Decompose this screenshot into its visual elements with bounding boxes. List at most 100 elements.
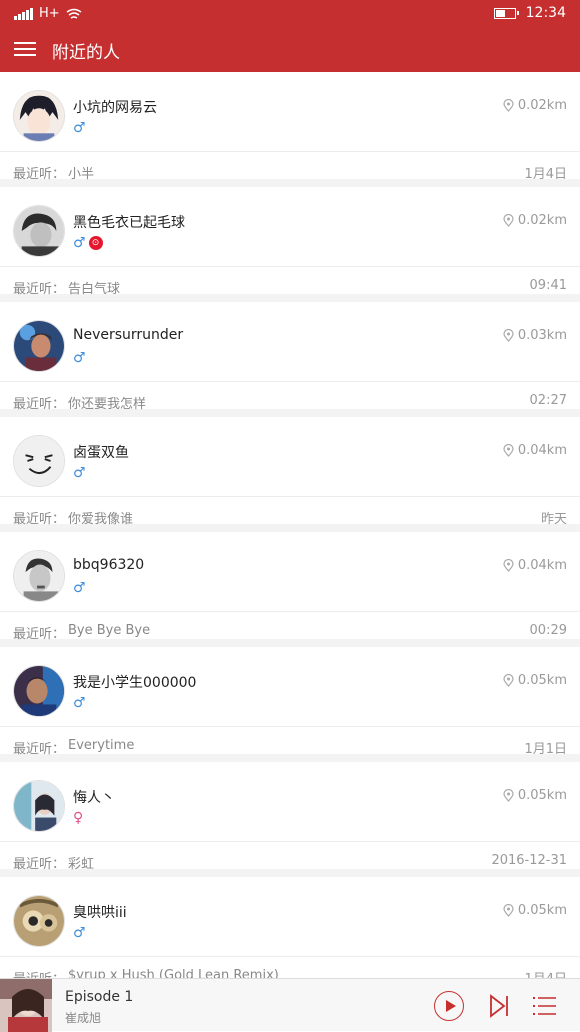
user-name: 悔人丶 (73, 790, 115, 806)
recent-row[interactable]: 最近听： Everytime 1月1日 (0, 727, 580, 762)
gender-male-icon: ♂ (73, 235, 86, 251)
list-item[interactable]: 小坑的网易云 ♂ 0.02km 最近听： 小半 1月4日 (0, 72, 580, 182)
recent-time: 00:29 (529, 623, 567, 638)
user-row[interactable]: 卤蛋双鱼 ♂ 0.04km (0, 417, 580, 497)
list-item[interactable]: 黑色毛衣已起毛球 ♂ ⊙ 0.02km 最近听： 告白气球 09:41 (0, 187, 580, 297)
user-row[interactable]: 小坑的网易云 ♂ 0.02km (0, 72, 580, 152)
user-row[interactable]: 臭哄哄iii ♂ 0.05km (0, 877, 580, 957)
location-pin-icon (503, 99, 514, 112)
track-artist: 崔成旭 (65, 1011, 102, 1025)
recent-song: 彩虹 (68, 857, 95, 872)
distance-value: 0.03km (517, 328, 567, 343)
avatar[interactable] (13, 435, 65, 487)
avatar[interactable] (13, 780, 65, 832)
list-item[interactable]: 臭哄哄iii ♂ 0.05km 最近听： $vrup x Hush (Gold … (0, 877, 580, 978)
user-row[interactable]: 黑色毛衣已起毛球 ♂ ⊙ 0.02km (0, 187, 580, 267)
list-item[interactable]: Neversurrunder ♂ 0.03km 最近听： 你还要我怎样 02:2… (0, 302, 580, 412)
recent-label: 最近听： (13, 968, 65, 978)
location-pin-icon (503, 904, 514, 917)
distance: 0.05km (503, 788, 567, 803)
recent-label: 最近听： (13, 397, 66, 412)
recent-time: 1月1日 (524, 742, 567, 757)
distance-value: 0.05km (517, 788, 567, 803)
distance: 0.05km (503, 673, 567, 688)
recent-label: 最近听： (13, 167, 66, 182)
gender-male-icon: ♂ (73, 120, 86, 136)
avatar[interactable] (13, 665, 65, 717)
location-pin-icon (503, 789, 514, 802)
recent-row[interactable]: 最近听： 告白气球 09:41 (0, 267, 580, 302)
distance: 0.04km (503, 558, 567, 573)
distance: 0.04km (503, 443, 567, 458)
album-art[interactable] (0, 979, 52, 1032)
distance-value: 0.02km (517, 98, 567, 113)
recent-row[interactable]: 最近听： 你爱我像谁 昨天 (0, 497, 580, 532)
distance-value: 0.04km (517, 558, 567, 573)
user-name: 臭哄哄iii (73, 905, 127, 921)
location-pin-icon (503, 214, 514, 227)
avatar[interactable] (13, 205, 65, 257)
wifi-icon (66, 8, 82, 19)
user-row[interactable]: 我是小学生000000 ♂ 0.05km (0, 647, 580, 727)
recent-label: 最近听： (13, 742, 66, 757)
gender-male-icon: ♂ (73, 465, 86, 481)
user-row[interactable]: Neversurrunder ♂ 0.03km (0, 302, 580, 382)
battery-icon (493, 7, 519, 19)
user-name: 我是小学生000000 (73, 675, 197, 691)
list-item[interactable]: bbq96320 ♂ 0.04km 最近听： Bye Bye Bye 00:29 (0, 532, 580, 642)
recent-label: 最近听： (13, 512, 66, 527)
avatar[interactable] (13, 550, 65, 602)
recent-song: Everytime (68, 738, 135, 753)
recent-time: 02:27 (529, 393, 567, 408)
recent-time: 昨天 (540, 512, 567, 527)
recent-song: $vrup x Hush (Gold Lean Remix) (68, 968, 279, 978)
recent-label: 最近听： (13, 627, 66, 642)
recent-time: 1月4日 (524, 968, 567, 978)
user-name: 黑色毛衣已起毛球 (73, 215, 185, 231)
skip-next-icon[interactable] (488, 993, 510, 1019)
recent-song: Bye Bye Bye (68, 623, 151, 638)
track-title: Episode 1 (65, 989, 134, 1005)
distance: 0.02km (503, 98, 567, 113)
nearby-users-list[interactable]: 小坑的网易云 ♂ 0.02km 最近听： 小半 1月4日 黑色毛衣已起毛球 ♂ … (0, 72, 580, 978)
app-bar: 附近的人 (0, 28, 580, 72)
avatar[interactable] (13, 320, 65, 372)
list-item[interactable]: 我是小学生000000 ♂ 0.05km 最近听： Everytime 1月1日 (0, 647, 580, 757)
distance: 0.02km (503, 213, 567, 228)
status-bar: H+ 12:34 (0, 0, 580, 28)
user-row[interactable]: 悔人丶 ♀ 0.05km (0, 762, 580, 842)
gender-male-icon: ♂ (73, 350, 86, 366)
recent-row[interactable]: 最近听： Bye Bye Bye 00:29 (0, 612, 580, 647)
distance-value: 0.05km (517, 673, 567, 688)
hamburger-icon[interactable] (14, 40, 36, 58)
list-item[interactable]: 悔人丶 ♀ 0.05km 最近听： 彩虹 2016-12-31 (0, 762, 580, 872)
recent-song: 小半 (68, 167, 95, 182)
distance-value: 0.04km (517, 443, 567, 458)
mini-player[interactable]: Episode 1 崔成旭 (0, 978, 580, 1032)
user-row[interactable]: bbq96320 ♂ 0.04km (0, 532, 580, 612)
weibo-icon: ⊙ (88, 236, 103, 250)
avatar[interactable] (13, 90, 65, 142)
recent-row[interactable]: 最近听： 你还要我怎样 02:27 (0, 382, 580, 417)
gender-female-icon: ♀ (73, 810, 84, 826)
recent-row[interactable]: 最近听： $vrup x Hush (Gold Lean Remix) 1月4日 (0, 957, 580, 978)
distance-value: 0.02km (517, 213, 567, 228)
gender-male-icon: ♂ (73, 925, 86, 941)
recent-song: 你爱我像谁 (68, 512, 134, 527)
recent-row[interactable]: 最近听： 小半 1月4日 (0, 152, 580, 187)
gender-male-icon: ♂ (73, 695, 86, 711)
recent-label: 最近听： (13, 857, 66, 872)
avatar[interactable] (13, 895, 65, 947)
play-icon[interactable] (434, 991, 464, 1021)
distance-value: 0.05km (517, 903, 567, 918)
playlist-icon[interactable] (533, 995, 557, 1017)
recent-label: 最近听： (13, 282, 66, 297)
recent-song: 你还要我怎样 (68, 397, 147, 412)
recent-time: 1月4日 (524, 167, 567, 182)
location-pin-icon (503, 329, 514, 342)
signal-icon (14, 7, 33, 20)
list-item[interactable]: 卤蛋双鱼 ♂ 0.04km 最近听： 你爱我像谁 昨天 (0, 417, 580, 527)
recent-row[interactable]: 最近听： 彩虹 2016-12-31 (0, 842, 580, 877)
location-pin-icon (503, 674, 514, 687)
clock: 12:34 (525, 5, 566, 21)
